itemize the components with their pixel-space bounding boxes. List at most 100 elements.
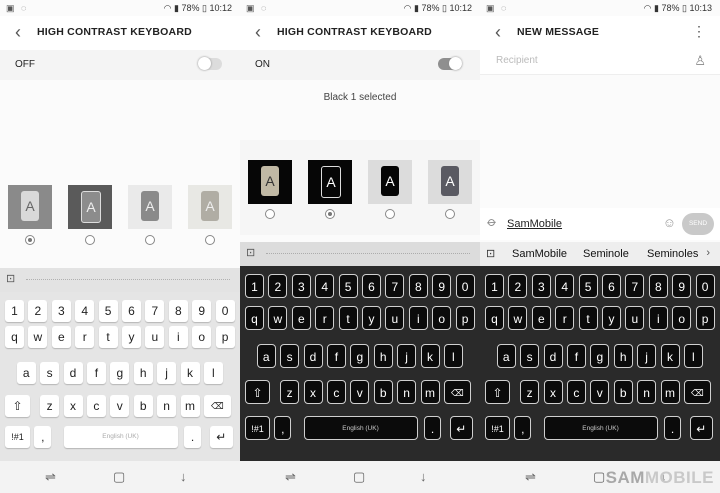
key-a[interactable]: a [16, 362, 36, 384]
high-contrast-toggle-row[interactable]: ON [240, 50, 480, 80]
suggestion-3[interactable]: Seminoles [647, 248, 698, 260]
space-key[interactable]: English (UK) [303, 416, 418, 440]
key-w[interactable]: w [28, 326, 48, 348]
key-1[interactable]: 1 [5, 300, 24, 322]
key-n[interactable]: n [397, 380, 417, 404]
key-e[interactable]: e [51, 326, 71, 348]
message-input[interactable]: SamMobile [507, 218, 562, 230]
key-z[interactable]: z [520, 380, 540, 404]
key-8[interactable]: 8 [408, 274, 428, 298]
back-arrow-icon[interactable]: ‹ [8, 22, 28, 42]
space-key[interactable]: English (UK) [543, 416, 658, 440]
theme-radio-4[interactable] [205, 235, 215, 245]
theme-tile-2[interactable]: A [308, 160, 352, 204]
key-y[interactable]: y [602, 306, 621, 330]
period-key[interactable]: . [424, 416, 441, 440]
key-2[interactable]: 2 [508, 274, 528, 298]
key-f[interactable]: f [86, 362, 106, 384]
theme-radio-2[interactable] [325, 209, 335, 219]
key-d[interactable]: d [63, 362, 83, 384]
theme-radio-3[interactable] [385, 209, 395, 219]
key-d[interactable]: d [543, 344, 563, 368]
key-c[interactable]: c [566, 380, 586, 404]
key-7[interactable]: 7 [625, 274, 645, 298]
key-m[interactable]: m [660, 380, 680, 404]
key-7[interactable]: 7 [145, 300, 165, 322]
key-l[interactable]: l [683, 344, 703, 368]
symbols-key[interactable]: !#1 [245, 416, 270, 440]
key-b[interactable]: b [613, 380, 633, 404]
key-v[interactable]: v [590, 380, 610, 404]
key-r[interactable]: r [555, 306, 575, 330]
suggestion-2[interactable]: Seminole [583, 248, 629, 260]
suggestion-1[interactable]: SamMobile [512, 248, 567, 260]
theme-tile-3[interactable]: A [128, 185, 172, 229]
key-q[interactable]: q [245, 306, 264, 330]
enter-key[interactable]: ↵ [449, 416, 473, 440]
key-0[interactable]: 0 [215, 300, 235, 322]
key-c[interactable]: c [326, 380, 346, 404]
enter-key[interactable]: ↵ [209, 426, 233, 448]
symbols-key[interactable]: !#1 [5, 426, 30, 448]
key-k[interactable]: k [180, 362, 200, 384]
key-0[interactable]: 0 [695, 274, 715, 298]
key-r[interactable]: r [75, 326, 95, 348]
key-d[interactable]: d [303, 344, 323, 368]
theme-radio-1[interactable] [25, 235, 35, 245]
key-j[interactable]: j [397, 344, 417, 368]
key-p[interactable]: p [695, 306, 715, 330]
recent-apps-icon[interactable]: ⇌ [45, 469, 56, 485]
comma-key[interactable]: , [514, 416, 532, 440]
theme-tile-1[interactable]: A [248, 160, 292, 204]
key-s[interactable]: s [520, 344, 540, 368]
backspace-key[interactable]: ⌫ [443, 380, 471, 404]
keyboard-settings-icon[interactable]: ⊡ [246, 246, 255, 259]
key-k[interactable]: k [660, 344, 680, 368]
key-3[interactable]: 3 [51, 300, 71, 322]
key-8[interactable]: 8 [648, 274, 668, 298]
key-p[interactable]: p [455, 306, 475, 330]
shift-key[interactable]: ⇧ [245, 380, 270, 404]
key-l[interactable]: l [443, 344, 463, 368]
key-l[interactable]: l [203, 362, 223, 384]
key-b[interactable]: b [133, 395, 153, 417]
home-icon[interactable]: ▢ [353, 469, 365, 485]
enter-key[interactable]: ↵ [689, 416, 713, 440]
theme-radio-1[interactable] [265, 209, 275, 219]
key-x[interactable]: x [63, 395, 83, 417]
key-v[interactable]: v [350, 380, 370, 404]
key-u[interactable]: u [385, 306, 405, 330]
key-g[interactable]: g [350, 344, 370, 368]
key-u[interactable]: u [625, 306, 645, 330]
key-t[interactable]: t [98, 326, 118, 348]
key-5[interactable]: 5 [578, 274, 598, 298]
key-n[interactable]: n [637, 380, 657, 404]
key-9[interactable]: 9 [672, 274, 692, 298]
key-m[interactable]: m [420, 380, 440, 404]
key-o[interactable]: o [672, 306, 692, 330]
shift-key[interactable]: ⇧ [485, 380, 510, 404]
theme-tile-1[interactable]: A [8, 185, 52, 229]
key-x[interactable]: x [303, 380, 323, 404]
high-contrast-switch[interactable] [438, 57, 462, 70]
key-9[interactable]: 9 [432, 274, 452, 298]
key-g[interactable]: g [590, 344, 610, 368]
key-h[interactable]: h [373, 344, 393, 368]
key-5[interactable]: 5 [338, 274, 358, 298]
key-9[interactable]: 9 [192, 300, 212, 322]
keyboard-settings-icon[interactable]: ⊡ [6, 272, 15, 285]
period-key[interactable]: . [664, 416, 681, 440]
key-8[interactable]: 8 [168, 300, 188, 322]
key-r[interactable]: r [315, 306, 335, 330]
back-arrow-icon[interactable]: ‹ [488, 22, 508, 42]
key-q[interactable]: q [5, 326, 24, 348]
key-w[interactable]: w [508, 306, 528, 330]
period-key[interactable]: . [184, 426, 201, 448]
key-y[interactable]: y [122, 326, 141, 348]
key-u[interactable]: u [145, 326, 165, 348]
key-3[interactable]: 3 [531, 274, 551, 298]
key-3[interactable]: 3 [291, 274, 311, 298]
key-0[interactable]: 0 [455, 274, 475, 298]
key-a[interactable]: a [496, 344, 516, 368]
key-e[interactable]: e [531, 306, 551, 330]
